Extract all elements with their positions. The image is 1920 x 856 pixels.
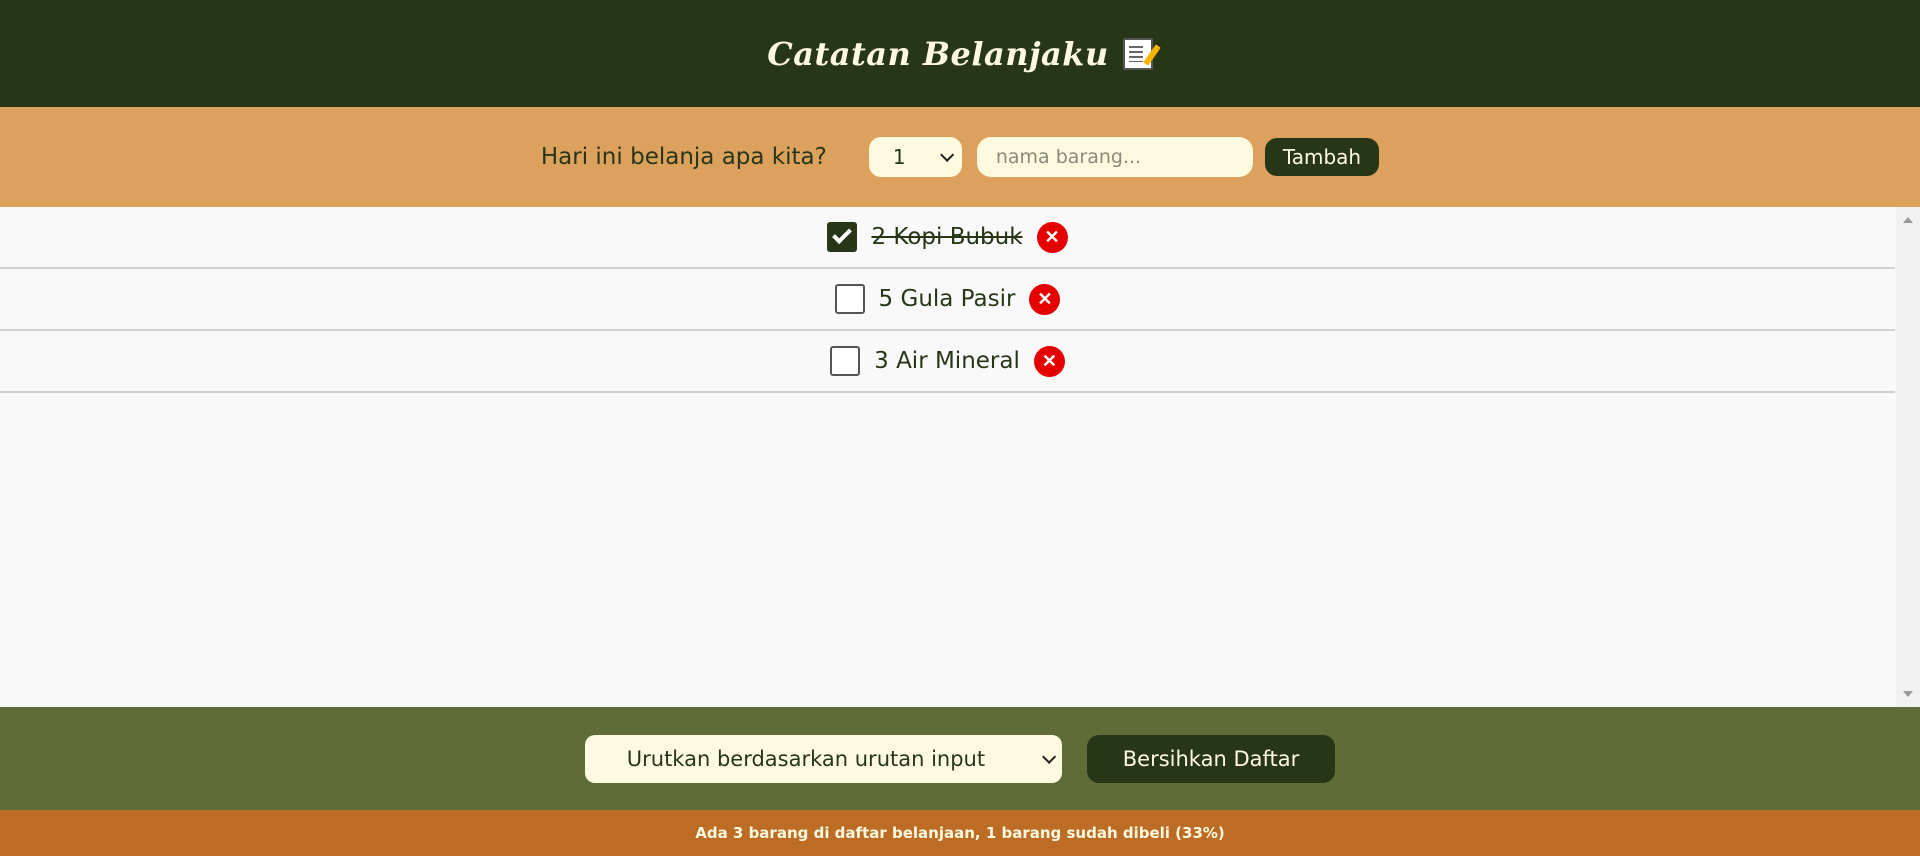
stats-footer: Ada 3 barang di daftar belanjaan, 1 bara… [0, 810, 1920, 856]
scroll-up-arrow-icon[interactable] [1903, 217, 1913, 223]
item-checkbox[interactable] [830, 346, 861, 376]
item-checkbox[interactable] [827, 222, 858, 252]
quantity-select[interactable]: 1 [868, 137, 962, 177]
app: Catatan Belanjaku Hari ini belanja apa k… [0, 0, 1920, 856]
list-item: 5 Gula Pasir ✕ [0, 269, 1895, 331]
delete-item-button[interactable]: ✕ [1029, 283, 1061, 315]
stats-text: Ada 3 barang di daftar belanjaan, 1 bara… [695, 824, 1225, 842]
list-item: 3 Air Mineral ✕ [0, 331, 1895, 393]
page-title: Catatan Belanjaku [767, 34, 1153, 73]
list-item: 2 Kopi Bubuk ✕ [0, 207, 1895, 269]
add-item-form: Hari ini belanja apa kita? 1 Tambah [0, 107, 1920, 207]
close-icon: ✕ [1037, 288, 1053, 309]
list-actions: Urutkan berdasarkan urutan input Bersihk… [0, 707, 1920, 810]
item-checkbox[interactable] [834, 284, 865, 314]
item-label: 3 Air Mineral [874, 348, 1020, 374]
page-title-text: Catatan Belanjaku [767, 34, 1109, 73]
header: Catatan Belanjaku [0, 0, 1920, 107]
chevron-down-icon [939, 147, 955, 162]
shopping-list: 2 Kopi Bubuk ✕ 5 Gula Pasir ✕ 3 Air Mine… [0, 207, 1895, 393]
add-button[interactable]: Tambah [1264, 138, 1380, 176]
item-label: 2 Kopi Bubuk [871, 224, 1023, 250]
shopping-list-area: 2 Kopi Bubuk ✕ 5 Gula Pasir ✕ 3 Air Mine… [0, 207, 1920, 707]
item-name-input[interactable] [976, 137, 1253, 177]
item-label: 5 Gula Pasir [878, 286, 1016, 312]
clear-list-button[interactable]: Bersihkan Daftar [1086, 734, 1336, 783]
form-question: Hari ini belanja apa kita? [540, 144, 827, 170]
sort-value: Urutkan berdasarkan urutan input [626, 746, 986, 771]
close-icon: ✕ [1041, 350, 1057, 371]
quantity-value: 1 [892, 145, 906, 169]
delete-item-button[interactable]: ✕ [1033, 345, 1065, 377]
scroll-down-arrow-icon[interactable] [1903, 691, 1913, 697]
check-icon [832, 224, 853, 245]
memo-icon [1122, 37, 1153, 70]
chevron-down-icon [1041, 749, 1056, 764]
vertical-scrollbar[interactable] [1896, 207, 1920, 707]
delete-item-button[interactable]: ✕ [1036, 221, 1068, 253]
close-icon: ✕ [1044, 226, 1060, 247]
sort-select[interactable]: Urutkan berdasarkan urutan input [584, 734, 1062, 783]
